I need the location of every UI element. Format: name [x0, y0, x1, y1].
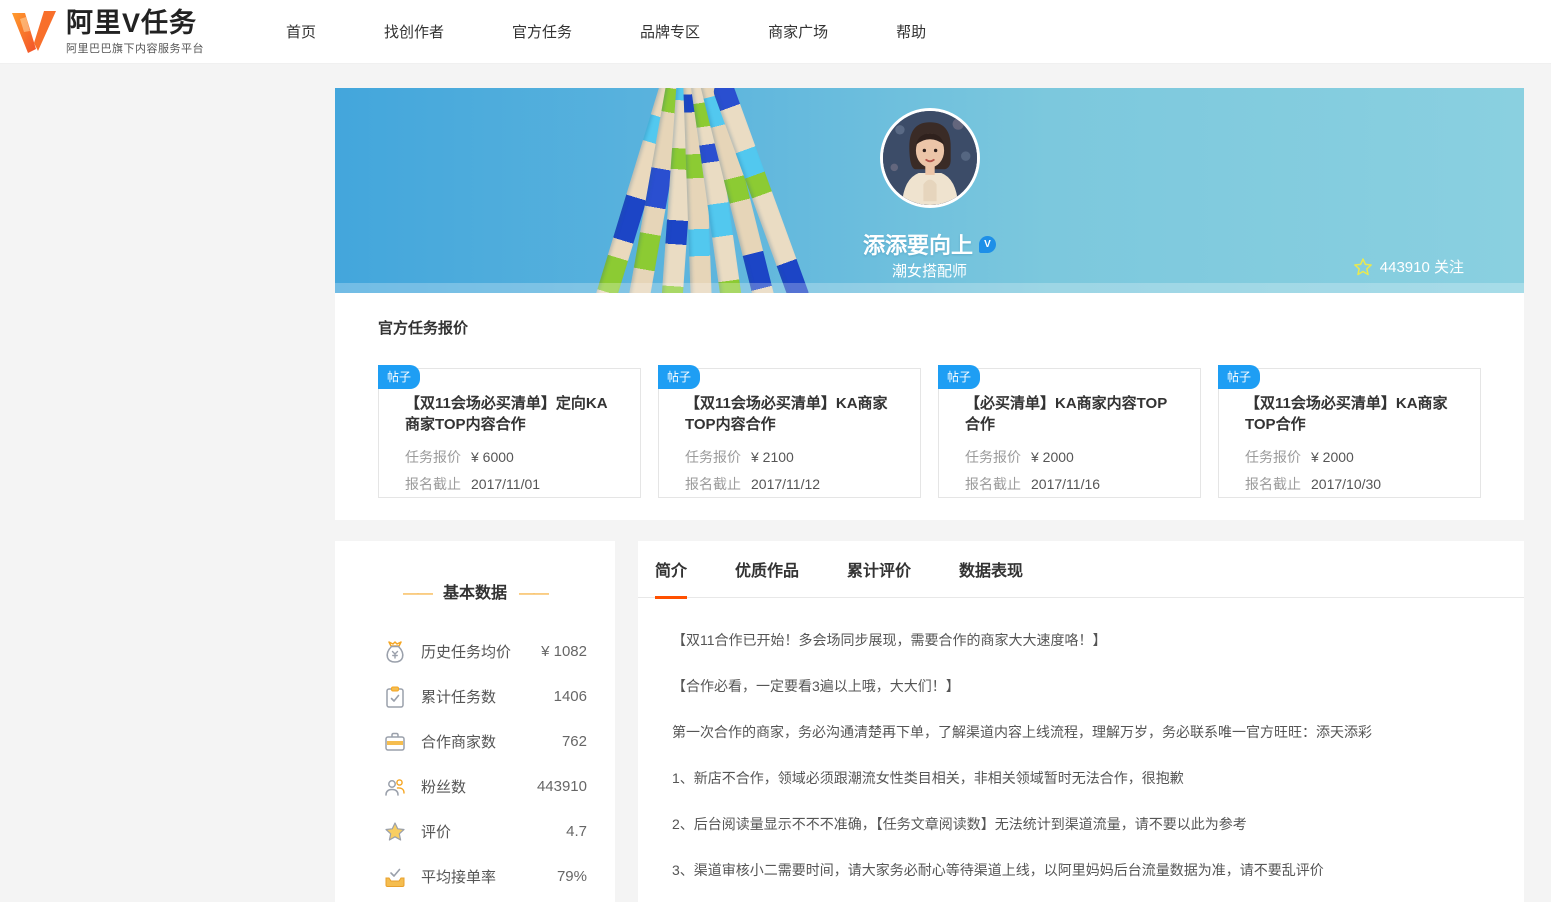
site-subtitle: 阿里巴巴旗下内容服务平台	[66, 42, 204, 55]
post-tag-badge: 帖子	[938, 365, 981, 389]
top-header: 阿里V任务 阿里巴巴旗下内容服务平台 首页 找创作者 官方任务 品牌专区 商家广…	[0, 0, 1551, 64]
task-card[interactable]: 帖子 【双11会场必买清单】定向KA商家TOP内容合作 任务报价 ¥ 6000 报…	[378, 365, 641, 498]
price-value: ¥ 2000	[1311, 449, 1354, 465]
tab-intro[interactable]: 简介	[655, 541, 688, 599]
people-icon	[385, 778, 405, 796]
stat-label: 合作商家数	[421, 734, 497, 751]
basic-data-title: —— 基本数据 ——	[402, 585, 549, 602]
avatar	[880, 108, 980, 208]
stat-row-avg-price: 历史任务均价 ¥ 1082	[383, 629, 587, 674]
official-tasks-panel: 官方任务报价 帖子 【双11会场必买清单】定向KA商家TOP内容合作 任务报价 ¥…	[335, 293, 1524, 520]
intro-paragraph: 第一次合作的商家，务必沟通清楚再下单，了解渠道内容上线流程，理解万岁，务必联系唯…	[672, 724, 1372, 740]
price-value: ¥ 6000	[471, 449, 514, 465]
nav-item-merchant-plaza[interactable]: 商家广场	[734, 21, 862, 42]
money-bag-icon	[386, 640, 404, 663]
deadline-label: 报名截止	[405, 476, 461, 492]
intro-paragraph: 2、后台阅读量显示不不不准确，【任务文章阅读数】无法统计到渠道流量，请不要以此为…	[672, 816, 1247, 832]
post-tag-badge: 帖子	[1218, 365, 1261, 389]
price-label: 任务报价	[965, 449, 1021, 465]
inbox-check-icon	[385, 868, 405, 887]
nav-item-home[interactable]: 首页	[252, 21, 350, 42]
nav-item-brand-zone[interactable]: 品牌专区	[606, 21, 734, 42]
task-title: 【双11会场必买清单】定向KA商家TOP内容合作	[405, 395, 608, 433]
clipboard-check-icon	[386, 686, 404, 708]
profile-name: 添添要向上	[862, 233, 973, 258]
deadline-value: 2017/11/01	[471, 476, 541, 492]
task-cards: 帖子 【双11会场必买清单】定向KA商家TOP内容合作 任务报价 ¥ 6000 报…	[378, 365, 1481, 498]
task-title: 【双11会场必买清单】KA商家TOP合作	[1245, 395, 1448, 433]
stat-value: 1406	[553, 688, 587, 705]
stat-row-partner-merchants: 合作商家数 762	[383, 719, 587, 764]
followers-count: 443910 关注	[1379, 259, 1464, 276]
tab-data-performance[interactable]: 数据表现	[959, 541, 1023, 597]
post-tag-badge: 帖子	[378, 365, 421, 389]
stat-label: 平均接单率	[421, 869, 497, 886]
price-label: 任务报价	[405, 449, 461, 465]
deadline-label: 报名截止	[965, 476, 1021, 492]
deadline-value: 2017/11/12	[751, 476, 821, 492]
star-rating-icon	[385, 821, 405, 841]
stat-label: 评价	[421, 824, 452, 841]
dash-decoration: ——	[519, 585, 549, 602]
task-card[interactable]: 帖子 【双11会场必买清单】KA商家TOP内容合作 任务报价 ¥ 2100 报名截…	[658, 365, 921, 498]
tab-quality-works[interactable]: 优质作品	[735, 541, 799, 597]
tab-cumulative-reviews[interactable]: 累计评价	[847, 541, 911, 597]
profile-banner: 添添要向上 V 潮女搭配师 443910 关注	[335, 88, 1524, 293]
stat-value: ¥ 1082	[541, 643, 587, 660]
profile-detail-panel: 简介 优质作品 累计评价 数据表现 【双11合作已开始！多会场同步展现，需要合作…	[638, 541, 1524, 902]
price-value: ¥ 2100	[751, 449, 794, 465]
intro-paragraph: 【合作必看，一定要看3遍以上哦，大大们！】	[672, 678, 960, 694]
stat-row-accept-rate: 平均接单率 79%	[383, 854, 587, 899]
profile-category: 潮女搭配师	[891, 263, 967, 280]
stat-value: 4.7	[566, 823, 587, 840]
stat-row-rating: 评价 4.7	[383, 809, 587, 854]
task-title: 【双11会场必买清单】KA商家TOP内容合作	[685, 395, 888, 433]
intro-paragraph: 【双11合作已开始！多会场同步展现，需要合作的商家大大速度咯！】	[672, 632, 1107, 648]
stat-value: 79%	[556, 868, 587, 885]
stat-value: 443910	[536, 778, 587, 795]
deadline-label: 报名截止	[685, 476, 741, 492]
price-value: ¥ 2000	[1031, 449, 1074, 465]
deadline-value: 2017/10/30	[1311, 476, 1382, 492]
stat-label: 累计任务数	[421, 689, 497, 706]
detail-tabs: 简介 优质作品 累计评价 数据表现	[638, 541, 1524, 599]
basic-data-panel: —— 基本数据 —— 历史任务均价 ¥ 1082 累计任务数 1406 合作商家…	[335, 541, 615, 902]
tasks-section-title: 官方任务报价	[378, 320, 469, 337]
main-nav: 首页 找创作者 官方任务 品牌专区 商家广场 帮助	[252, 21, 960, 42]
post-tag-badge: 帖子	[658, 365, 701, 389]
nav-item-find-creators[interactable]: 找创作者	[350, 21, 478, 42]
follow-button[interactable]: 443910 关注	[1353, 256, 1464, 277]
task-title: 【必买清单】KA商家内容TOP合作	[965, 395, 1168, 433]
v-logo-icon	[12, 10, 56, 53]
price-label: 任务报价	[1245, 449, 1301, 465]
star-icon	[1353, 257, 1372, 275]
verified-badge-icon: V	[979, 235, 996, 253]
intro-paragraph: 3、渠道审核小二需要时间，请大家务必耐心等待渠道上线，以阿里妈妈后台流量数据为准…	[672, 862, 1324, 878]
nav-item-help[interactable]: 帮助	[862, 21, 960, 42]
stat-label: 历史任务均价	[421, 644, 512, 661]
stat-label: 粉丝数	[421, 779, 467, 796]
deadline-value: 2017/11/16	[1031, 476, 1101, 492]
intro-content: 【双11合作已开始！多会场同步展现，需要合作的商家大大速度咯！】 【合作必看，一…	[638, 598, 1524, 902]
deadline-label: 报名截止	[1245, 476, 1301, 492]
site-title: 阿里V任务	[66, 7, 198, 38]
site-logo[interactable]: 阿里V任务 阿里巴巴旗下内容服务平台	[10, 8, 204, 56]
briefcase-icon	[385, 732, 405, 751]
task-card[interactable]: 帖子 【必买清单】KA商家内容TOP合作 任务报价 ¥ 2000 报名截止 2017…	[938, 365, 1201, 498]
nav-item-official-tasks[interactable]: 官方任务	[478, 21, 606, 42]
dash-decoration: ——	[402, 585, 433, 602]
stat-row-total-tasks: 累计任务数 1406	[383, 674, 587, 719]
stat-row-fans: 粉丝数 443910	[383, 764, 587, 809]
stat-value: 762	[561, 733, 587, 750]
task-card[interactable]: 帖子 【双11会场必买清单】KA商家TOP合作 任务报价 ¥ 2000 报名截止 2…	[1218, 365, 1481, 498]
price-label: 任务报价	[685, 449, 741, 465]
intro-paragraph: 1、新店不合作，领域必须跟潮流女性类目相关，非相关领域暂时无法合作，很抱歉	[672, 770, 1184, 786]
